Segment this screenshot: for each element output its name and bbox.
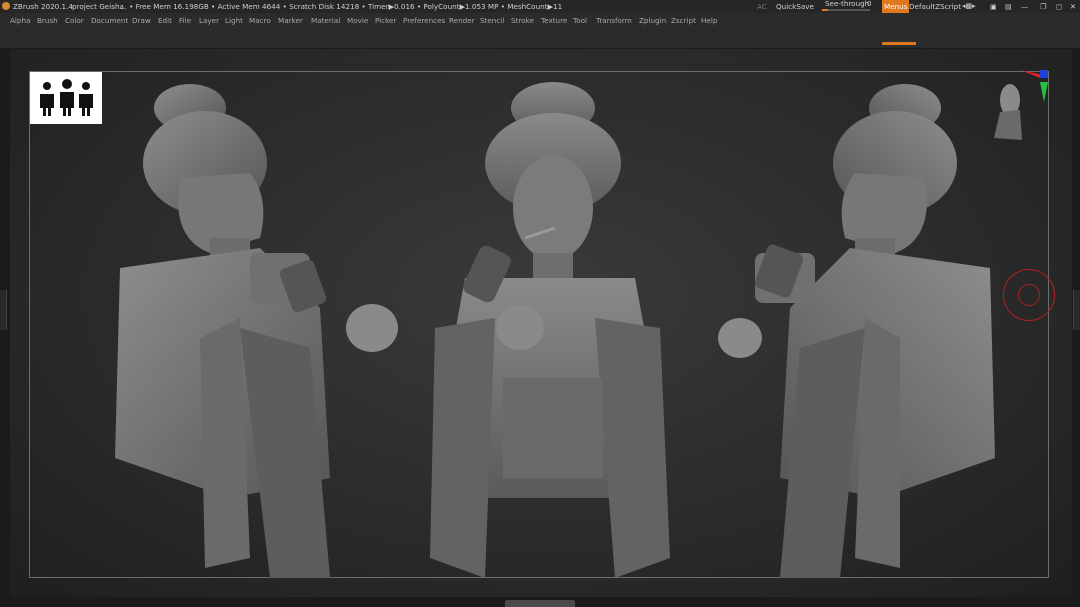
menu-texture[interactable]: Texture [541,13,567,28]
menu-alpha[interactable]: Alpha [10,13,30,28]
brush-cursor-icon [1003,269,1055,321]
left-tray-handle[interactable] [0,290,7,330]
reference-silhouettes-icon [40,79,93,116]
head-orientation-icon[interactable] [992,70,1052,142]
menu-stroke[interactable]: Stroke [511,13,534,28]
memory-stats: ... • Free Mem 16.198GB • Active Mem 464… [120,2,563,11]
menu-macro[interactable]: Macro [249,13,271,28]
menu-preferences[interactable]: Preferences [403,13,445,28]
menu-zscript[interactable]: Zscript [671,13,696,28]
app-title: ZBrush 2020.1.4 [13,2,73,11]
geisha-sculpt-side-right[interactable] [715,78,1005,578]
ac-button[interactable]: AC [757,0,767,13]
menu-light[interactable]: Light [225,13,243,28]
geisha-sculpt-front[interactable] [425,78,675,578]
zbrush-logo-icon [2,2,10,10]
menu-draw[interactable]: Draw [132,13,151,28]
menu-help[interactable]: Help [701,13,717,28]
menu-transform[interactable]: Transform [596,13,632,28]
menu-zplugin[interactable]: Zplugin [639,13,666,28]
menu-stencil[interactable]: Stencil [480,13,504,28]
menu-bar: Alpha Brush Color Document Draw Edit Fil… [0,13,1080,28]
menu-tool[interactable]: Tool [573,13,587,28]
menu-movie[interactable]: Movie [347,13,368,28]
menus-active-indicator [882,42,916,45]
toolbar-strip [0,28,1080,48]
geisha-sculpt-side-left[interactable] [110,78,430,578]
menus-button[interactable]: Menus [882,0,910,13]
default-zscript-button[interactable]: DefaultZScript [909,0,961,13]
minimize-icon[interactable]: — [1021,0,1028,13]
brush-cursor-inner [1018,284,1040,306]
collapse-icon[interactable]: ▣ [990,0,997,13]
menu-material[interactable]: Material [311,13,340,28]
right-tray-handle[interactable] [1073,290,1080,330]
menu-color[interactable]: Color [65,13,84,28]
maximize-icon[interactable]: ◻ [1056,0,1062,13]
restore-icon[interactable]: ❐ [1040,0,1046,13]
reference-image-thumbnail[interactable] [30,72,102,124]
project-name: project Geisha [72,2,124,11]
bottom-tray-handle[interactable] [505,600,575,607]
title-bar: ZBrush 2020.1.4 project Geisha ... • Fre… [0,0,1080,13]
close-icon[interactable]: ✕ [1070,0,1076,13]
menu-document[interactable]: Document [91,13,128,28]
see-through-fill [822,9,828,11]
split-icon[interactable]: ▤ [1005,0,1012,13]
menu-picker[interactable]: Picker [375,13,396,28]
quicksave-button[interactable]: QuickSave [776,0,814,13]
menu-render[interactable]: Render [449,13,475,28]
layout-icon[interactable]: ◂▩▸ [962,0,976,13]
see-through-slider[interactable] [822,9,870,11]
menu-brush[interactable]: Brush [37,13,58,28]
menu-layer[interactable]: Layer [199,13,219,28]
menu-marker[interactable]: Marker [278,13,303,28]
menu-file[interactable]: File [179,13,191,28]
menu-edit[interactable]: Edit [158,13,172,28]
